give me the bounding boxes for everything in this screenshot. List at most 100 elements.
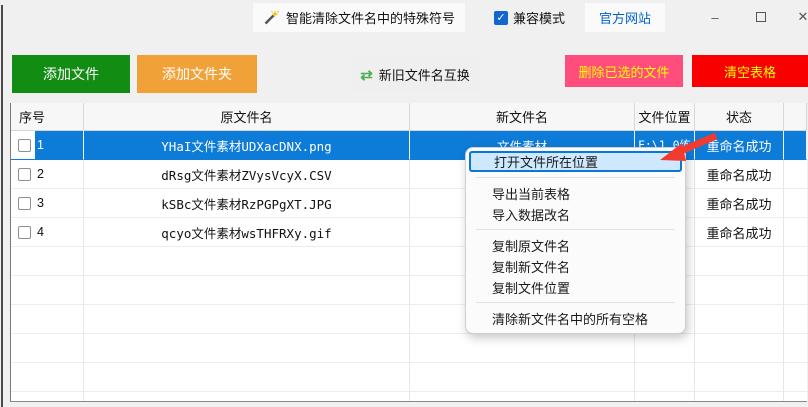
empty-cell bbox=[84, 392, 410, 401]
old-filename-cell[interactable]: YHaI文件素材UDXacDNX.png bbox=[84, 131, 410, 160]
empty-table-row bbox=[11, 276, 807, 305]
delete-selected-button[interactable]: 删除已选的文件 bbox=[565, 55, 683, 87]
empty-cell bbox=[635, 334, 695, 363]
empty-cell bbox=[84, 363, 410, 392]
empty-cell bbox=[84, 334, 410, 363]
index-cell: 2 bbox=[11, 160, 84, 189]
filler-cell bbox=[784, 189, 807, 218]
index-cell: 1 bbox=[11, 131, 84, 160]
header-index[interactable]: 序号 bbox=[11, 103, 84, 131]
status-cell: 重命名成功 bbox=[695, 189, 784, 218]
header-status[interactable]: 状态 bbox=[695, 103, 784, 131]
row-checkbox[interactable] bbox=[18, 196, 31, 210]
red-arrow-annotation bbox=[660, 132, 718, 161]
empty-cell bbox=[695, 276, 784, 305]
index-cell: 3 bbox=[11, 189, 84, 218]
empty-cell bbox=[784, 305, 807, 334]
empty-cell bbox=[11, 247, 84, 276]
compat-mode-checkbox[interactable]: ✓ 兼容模式 bbox=[494, 8, 565, 27]
close-button[interactable]: ✕ bbox=[791, 6, 808, 28]
row-number: 1 bbox=[37, 138, 44, 152]
row-number: 2 bbox=[37, 167, 44, 181]
empty-cell bbox=[695, 305, 784, 334]
row-checkbox[interactable] bbox=[18, 225, 31, 239]
empty-cell bbox=[11, 305, 84, 334]
empty-cell bbox=[695, 334, 784, 363]
empty-cell bbox=[84, 247, 410, 276]
menu-item-copy-new-name[interactable]: 复制新文件名 bbox=[466, 256, 685, 276]
row-number: 3 bbox=[37, 196, 44, 210]
old-filename-cell[interactable]: kSBc文件素材RzPGPgXT.JPG bbox=[84, 189, 410, 218]
empty-cell bbox=[635, 392, 695, 401]
header-location[interactable]: 文件位置 bbox=[635, 103, 695, 131]
menu-item-open-file-location[interactable]: 打开文件所在位置 bbox=[469, 151, 682, 172]
table-row[interactable]: 4 qcyo文件素材wsTHFRXy.gif 重命名成功 bbox=[11, 218, 807, 247]
menu-separator bbox=[476, 302, 675, 303]
empty-cell bbox=[11, 334, 84, 363]
empty-cell bbox=[695, 363, 784, 392]
filler-cell bbox=[784, 160, 807, 189]
empty-cell bbox=[84, 276, 410, 305]
checkbox-checked-icon[interactable]: ✓ bbox=[494, 10, 508, 25]
empty-cell bbox=[695, 392, 784, 401]
window-left-border bbox=[1, 5, 3, 407]
empty-cell bbox=[784, 363, 807, 392]
row-checkbox[interactable] bbox=[18, 138, 31, 152]
header-new-name[interactable]: 新文件名 bbox=[410, 103, 635, 131]
filler-cell bbox=[784, 131, 807, 160]
clear-table-button[interactable]: 清空表格 bbox=[692, 55, 808, 87]
official-website-button[interactable]: 官方网站 bbox=[585, 3, 665, 32]
filler-cell bbox=[784, 218, 807, 247]
maximize-button[interactable] bbox=[749, 6, 773, 28]
swap-arrows-icon: ⇄ bbox=[360, 66, 373, 84]
empty-cell bbox=[635, 363, 695, 392]
table-row[interactable]: 3 kSBc文件素材RzPGPgXT.JPG 重命名成功 bbox=[11, 189, 807, 218]
empty-table-row bbox=[11, 305, 807, 334]
index-cell: 4 bbox=[11, 218, 84, 247]
menu-item-export-table[interactable]: 导出当前表格 bbox=[466, 183, 685, 203]
menu-separator bbox=[476, 229, 675, 230]
row-number: 4 bbox=[37, 225, 44, 239]
header-old-name[interactable]: 原文件名 bbox=[84, 103, 410, 131]
close-icon: ✕ bbox=[797, 9, 808, 24]
empty-cell bbox=[784, 334, 807, 363]
menu-item-copy-old-name[interactable]: 复制原文件名 bbox=[466, 235, 685, 255]
menu-item-copy-location[interactable]: 复制文件位置 bbox=[466, 277, 685, 297]
empty-table-row bbox=[11, 334, 807, 363]
swap-names-button[interactable]: ⇄ 新旧文件名互换 bbox=[350, 58, 480, 91]
empty-cell bbox=[11, 363, 84, 392]
compat-mode-label: 兼容模式 bbox=[513, 11, 566, 26]
old-filename-cell[interactable]: qcyo文件素材wsTHFRXy.gif bbox=[84, 218, 410, 247]
menu-item-clear-spaces[interactable]: 清除新文件名中的所有空格 bbox=[466, 308, 685, 328]
empty-cell bbox=[84, 305, 410, 334]
status-cell: 重命名成功 bbox=[695, 218, 784, 247]
empty-cell bbox=[11, 276, 84, 305]
empty-cell bbox=[784, 247, 807, 276]
empty-cell bbox=[410, 363, 635, 392]
table-header-row: 序号 原文件名 新文件名 文件位置 状态 bbox=[11, 103, 807, 131]
title-bar: 智能清除文件名中的特殊符号 ✓ 兼容模式 官方网站 – ✕ bbox=[0, 0, 808, 36]
title-panel: 智能清除文件名中的特殊符号 bbox=[253, 3, 466, 32]
empty-table-row bbox=[11, 247, 807, 276]
empty-cell bbox=[410, 334, 635, 363]
empty-table-row bbox=[11, 392, 807, 401]
menu-separator bbox=[476, 177, 675, 178]
empty-cell bbox=[695, 247, 784, 276]
magic-wand-icon bbox=[264, 10, 279, 24]
empty-cell bbox=[11, 392, 84, 401]
app-title: 智能清除文件名中的特殊符号 bbox=[286, 11, 456, 26]
menu-item-import-rename[interactable]: 导入数据改名 bbox=[466, 204, 685, 224]
official-website-label: 官方网站 bbox=[598, 11, 651, 26]
maximize-icon bbox=[756, 12, 766, 22]
minimize-icon: – bbox=[711, 9, 719, 25]
old-filename-cell[interactable]: dRsg文件素材ZVysVcyX.CSV bbox=[84, 160, 410, 189]
header-filler bbox=[784, 103, 807, 131]
add-file-button[interactable]: 添加文件 bbox=[12, 55, 130, 93]
swap-names-label: 新旧文件名互换 bbox=[378, 68, 470, 83]
minimize-button[interactable]: – bbox=[703, 6, 727, 28]
add-folder-button[interactable]: 添加文件夹 bbox=[137, 55, 257, 93]
row-checkbox[interactable] bbox=[18, 167, 31, 181]
empty-cell bbox=[784, 276, 807, 305]
empty-table-row bbox=[11, 363, 807, 392]
context-menu: 打开文件所在位置 导出当前表格 导入数据改名 复制原文件名 复制新文件名 复制文… bbox=[465, 147, 686, 334]
